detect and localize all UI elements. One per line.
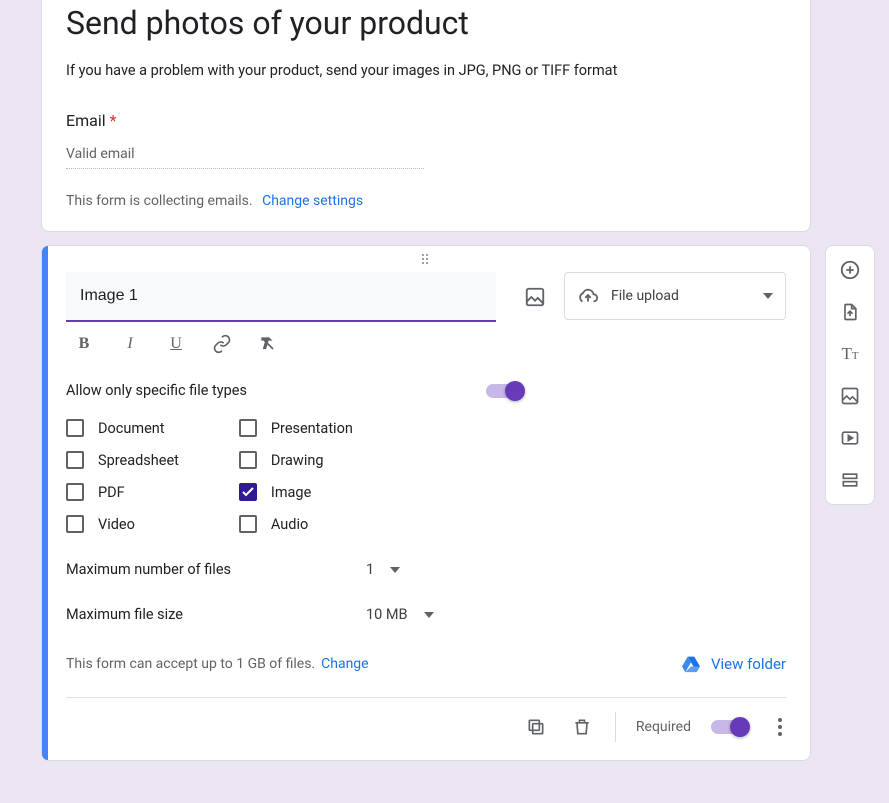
caret-down-icon: [424, 612, 434, 618]
filetype-label: Video: [98, 516, 135, 533]
add-image-toolbar-icon[interactable]: [838, 384, 862, 408]
required-toggle[interactable]: [711, 720, 748, 734]
duplicate-icon[interactable]: [523, 714, 549, 740]
max-files-label: Maximum number of files: [66, 561, 366, 578]
checkbox-icon: [66, 483, 84, 501]
form-description: If you have a problem with your product,…: [66, 62, 786, 79]
filetype-label: PDF: [98, 484, 125, 501]
change-settings-link[interactable]: Change settings: [262, 193, 363, 209]
filetype-label: Image: [271, 484, 311, 501]
import-questions-icon[interactable]: [838, 300, 862, 324]
checkbox-icon: [239, 419, 257, 437]
italic-icon[interactable]: I: [120, 334, 140, 354]
filetype-checkbox-image[interactable]: Image: [239, 483, 353, 501]
checkbox-icon: [239, 515, 257, 533]
max-size-select[interactable]: 10 MB: [366, 606, 446, 623]
filetype-checkbox-drawing[interactable]: Drawing: [239, 451, 353, 469]
collecting-emails-notice: This form is collecting emails. Change s…: [66, 193, 786, 209]
more-options-icon[interactable]: [768, 718, 792, 736]
checkbox-icon: [66, 451, 84, 469]
bold-icon[interactable]: B: [74, 334, 94, 354]
clear-format-icon[interactable]: [258, 334, 278, 354]
checkbox-icon: [66, 419, 84, 437]
checkbox-icon: [239, 483, 257, 501]
side-toolbar: TT: [825, 245, 875, 505]
question-type-label: File upload: [611, 288, 679, 304]
checkbox-icon: [239, 451, 257, 469]
allow-specific-types-label: Allow only specific file types: [66, 382, 247, 399]
filetype-label: Spreadsheet: [98, 452, 179, 469]
filetype-checkbox-spreadsheet[interactable]: Spreadsheet: [66, 451, 179, 469]
question-card: ⠿ B I U File upload: [41, 245, 811, 761]
filetype-checkbox-presentation[interactable]: Presentation: [239, 419, 353, 437]
view-folder-link[interactable]: View folder: [681, 655, 786, 673]
question-type-select[interactable]: File upload: [564, 272, 786, 320]
add-question-icon[interactable]: [838, 258, 862, 282]
email-label: Email *: [66, 111, 786, 130]
filetype-label: Document: [98, 420, 165, 437]
add-section-icon[interactable]: [838, 468, 862, 492]
link-icon[interactable]: [212, 334, 232, 354]
filetype-checkbox-document[interactable]: Document: [66, 419, 179, 437]
filetype-label: Audio: [271, 516, 308, 533]
add-title-icon[interactable]: TT: [838, 342, 862, 366]
filetype-label: Presentation: [271, 420, 353, 437]
change-limit-link[interactable]: Change: [321, 656, 368, 672]
underline-icon[interactable]: U: [166, 334, 186, 354]
delete-icon[interactable]: [569, 714, 595, 740]
required-asterisk: *: [110, 111, 117, 130]
storage-limit-text: This form can accept up to 1 GB of files…: [66, 656, 315, 672]
max-files-select[interactable]: 1: [366, 561, 446, 578]
add-video-icon[interactable]: [838, 426, 862, 450]
allow-specific-types-toggle[interactable]: [486, 384, 523, 398]
caret-down-icon: [390, 567, 400, 573]
drive-icon: [681, 655, 701, 673]
filetype-checkbox-video[interactable]: Video: [66, 515, 179, 533]
add-image-icon[interactable]: [522, 284, 548, 310]
filetype-options: Document Spreadsheet PDF Video Presentation…: [66, 419, 786, 533]
checkbox-icon: [66, 515, 84, 533]
form-header-card: Send photos of your product If you have …: [41, 0, 811, 232]
form-title: Send photos of your product: [66, 4, 786, 42]
cloud-upload-icon: [577, 285, 599, 307]
question-title-input[interactable]: [66, 272, 496, 322]
caret-down-icon: [763, 293, 773, 299]
filetype-checkbox-pdf[interactable]: PDF: [66, 483, 179, 501]
required-label: Required: [636, 719, 691, 735]
drag-handle-icon[interactable]: ⠿: [42, 246, 810, 266]
email-field[interactable]: Valid email: [66, 146, 424, 169]
filetype-checkbox-audio[interactable]: Audio: [239, 515, 353, 533]
format-toolbar: B I U: [66, 322, 506, 354]
filetype-label: Drawing: [271, 452, 324, 469]
divider: [615, 712, 616, 742]
max-size-label: Maximum file size: [66, 606, 366, 623]
